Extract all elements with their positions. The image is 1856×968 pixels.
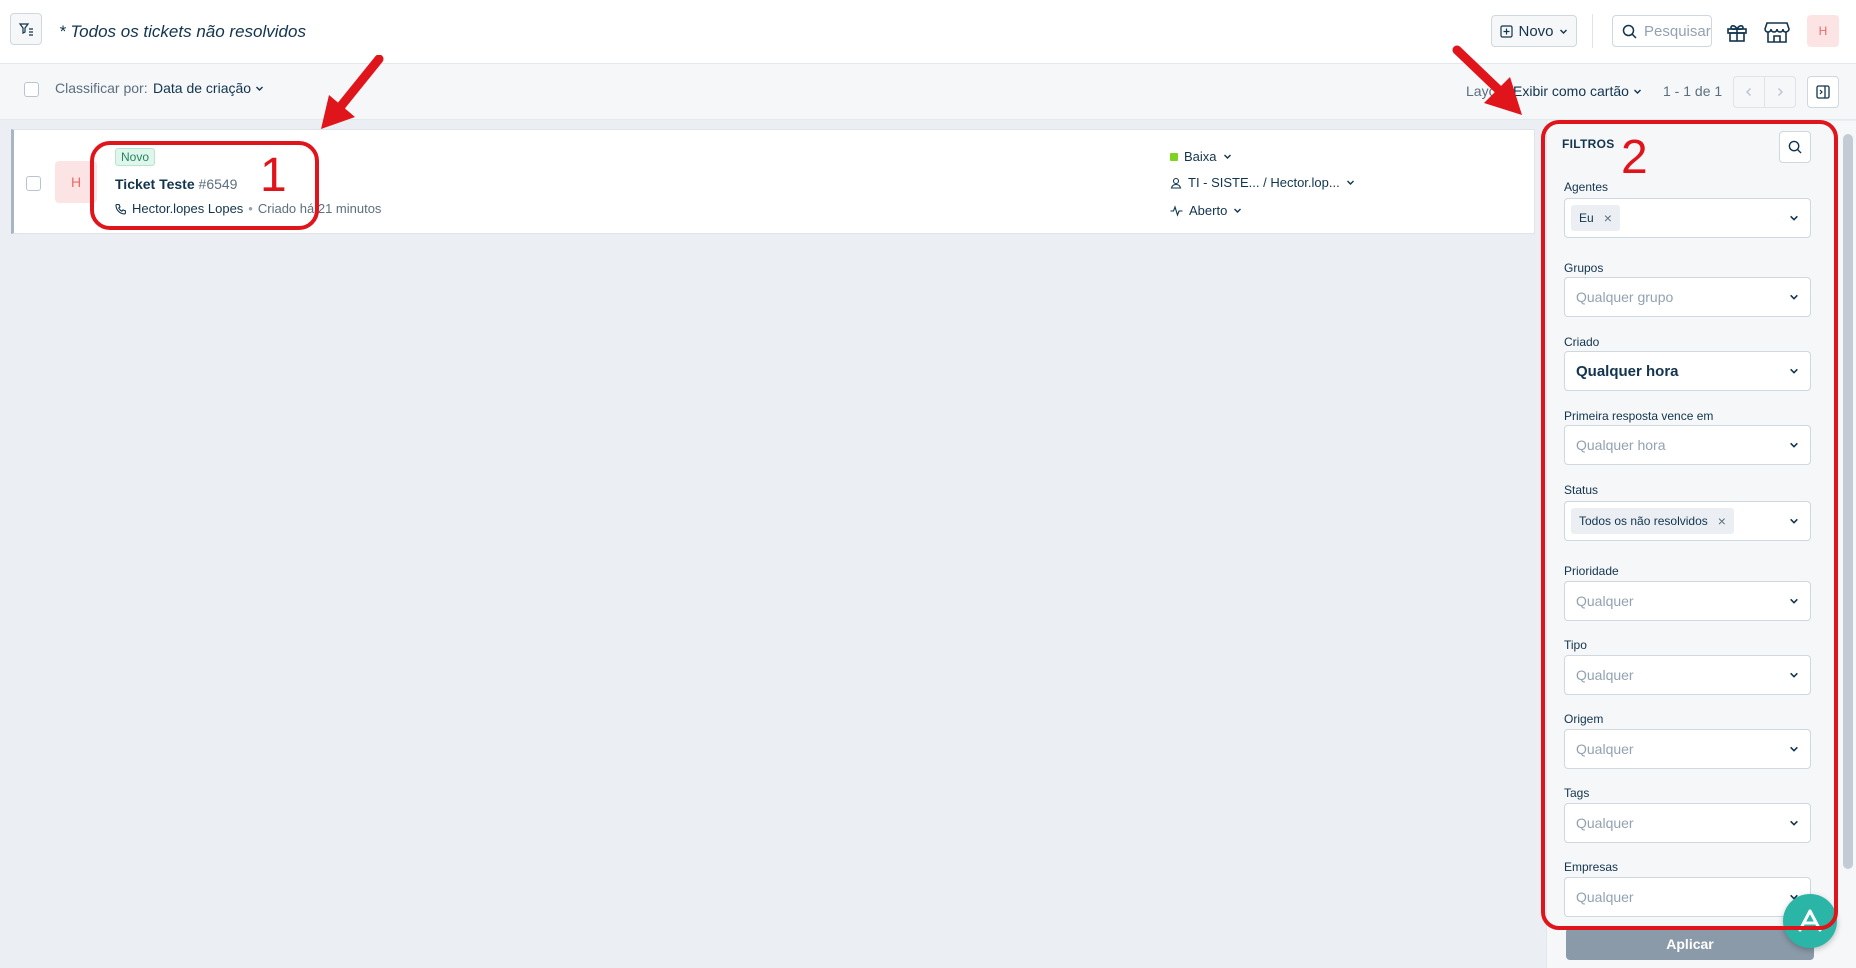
select-all-checkbox[interactable] bbox=[24, 82, 39, 97]
chevron-right-icon bbox=[1778, 88, 1783, 96]
annotation-arrow-2 bbox=[1452, 45, 1522, 115]
gift-icon bbox=[1727, 25, 1747, 42]
sort-value: Data de criação bbox=[153, 80, 252, 96]
layout-value: Exibir como cartão bbox=[1513, 83, 1629, 99]
sort-label: Classificar por: bbox=[55, 80, 148, 96]
priority-dropdown[interactable]: Baixa bbox=[1170, 149, 1232, 164]
pagination-info: 1 - 1 de 1 bbox=[1663, 83, 1723, 99]
search-button[interactable]: Pesquisar bbox=[1612, 15, 1712, 47]
assignment-value: TI - SISTE... / Hector.lop... bbox=[1188, 175, 1340, 190]
new-button-label: Novo bbox=[1518, 22, 1554, 40]
chevron-down-icon bbox=[256, 86, 264, 91]
annotation-number-2: 2 bbox=[1621, 131, 1648, 184]
assignment-dropdown[interactable]: TI - SISTE... / Hector.lop... bbox=[1170, 175, 1355, 190]
activity-icon bbox=[1170, 204, 1183, 217]
search-icon bbox=[1622, 24, 1637, 39]
sort-dropdown[interactable]: Data de criação bbox=[153, 80, 264, 96]
side-panel-icon bbox=[1816, 85, 1830, 99]
chevron-left-icon bbox=[1746, 88, 1751, 96]
priority-indicator bbox=[1170, 152, 1178, 161]
chevron-down-icon bbox=[1234, 208, 1242, 213]
next-page-button[interactable] bbox=[1764, 76, 1796, 108]
user-icon bbox=[1170, 177, 1182, 189]
annotation-arrow-1 bbox=[321, 55, 384, 129]
page-title: * Todos os tickets não resolvidos bbox=[59, 22, 306, 41]
user-avatar[interactable]: H bbox=[1807, 15, 1839, 47]
status-value: Aberto bbox=[1189, 203, 1228, 218]
marketplace-button[interactable] bbox=[1761, 16, 1793, 48]
filters-scrollbar[interactable] bbox=[1843, 134, 1853, 869]
chevron-down-icon bbox=[1346, 180, 1354, 185]
chevron-down-icon bbox=[1633, 89, 1641, 94]
ticket-checkbox[interactable] bbox=[26, 176, 41, 191]
new-button[interactable]: Novo bbox=[1491, 15, 1577, 47]
previous-page-button[interactable] bbox=[1733, 76, 1765, 108]
apply-filters-button[interactable]: Aplicar bbox=[1566, 928, 1814, 960]
gift-button[interactable] bbox=[1722, 17, 1752, 47]
chevron-down-icon bbox=[1559, 29, 1567, 34]
status-dropdown[interactable]: Aberto bbox=[1170, 203, 1242, 218]
store-icon bbox=[1764, 22, 1790, 43]
plus-box-icon bbox=[1500, 24, 1514, 38]
annotation-number-1: 1 bbox=[260, 149, 287, 202]
filter-toggle-button[interactable] bbox=[10, 13, 42, 45]
chevron-down-icon bbox=[1223, 154, 1231, 159]
filter-panel-toggle-button[interactable] bbox=[1807, 76, 1839, 108]
header-divider bbox=[1592, 14, 1593, 48]
layout-dropdown[interactable]: Exibir como cartão bbox=[1513, 83, 1642, 99]
filter-list-icon bbox=[18, 23, 33, 36]
priority-value: Baixa bbox=[1184, 149, 1217, 164]
annotation-box-2 bbox=[1541, 120, 1838, 930]
search-placeholder: Pesquisar bbox=[1644, 22, 1711, 40]
